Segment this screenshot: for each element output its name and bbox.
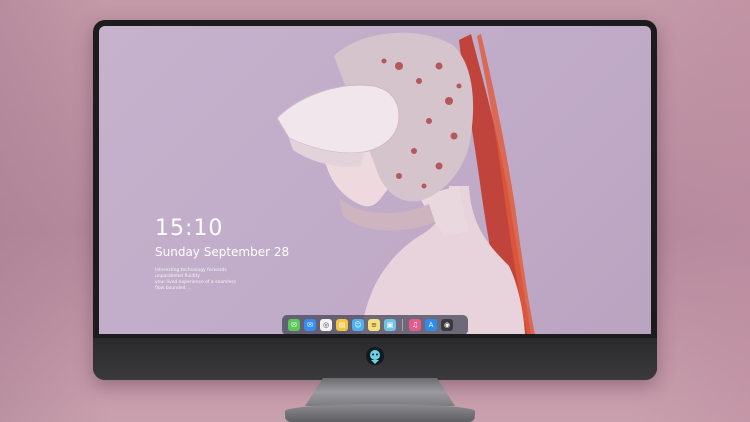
mail-icon[interactable]: ✉ xyxy=(304,319,316,331)
monitor: 15:10 Sunday September 28 Interesting te… xyxy=(93,20,657,380)
monitor-stand-base xyxy=(285,404,475,422)
dock-separator xyxy=(402,319,403,331)
lock-screen-info: 15:10 Sunday September 28 Interesting te… xyxy=(155,216,289,292)
files-icon[interactable]: ▤ xyxy=(336,319,348,331)
clock-time: 15:10 xyxy=(155,216,224,241)
lock-caption: Interesting technology forwards unparall… xyxy=(155,268,245,292)
dock: ✉ ✉ ◎ ▤ ☺ ≡ ▣ ♫ A ◉ xyxy=(282,315,468,334)
monitor-chin xyxy=(93,338,657,380)
lock-caption-line-1: Interesting technology forwards unparall… xyxy=(155,268,227,279)
photos-icon[interactable]: ▣ xyxy=(384,319,396,331)
logo-icon xyxy=(366,347,384,365)
safari-icon[interactable]: ◎ xyxy=(320,319,332,331)
app-store-icon[interactable]: A xyxy=(425,319,437,331)
lock-caption-line-2: your lived experience of a seamless flow… xyxy=(155,280,237,291)
notes-icon[interactable]: ≡ xyxy=(368,319,380,331)
finder-icon[interactable]: ☺ xyxy=(352,319,364,331)
clock-date: Sunday September 28 xyxy=(155,245,290,259)
music-icon[interactable]: ♫ xyxy=(409,319,421,331)
messages-icon[interactable]: ✉ xyxy=(288,319,300,331)
camera-icon[interactable]: ◉ xyxy=(441,319,453,331)
monitor-stand-neck xyxy=(305,378,455,406)
screen: 15:10 Sunday September 28 Interesting te… xyxy=(99,26,651,334)
